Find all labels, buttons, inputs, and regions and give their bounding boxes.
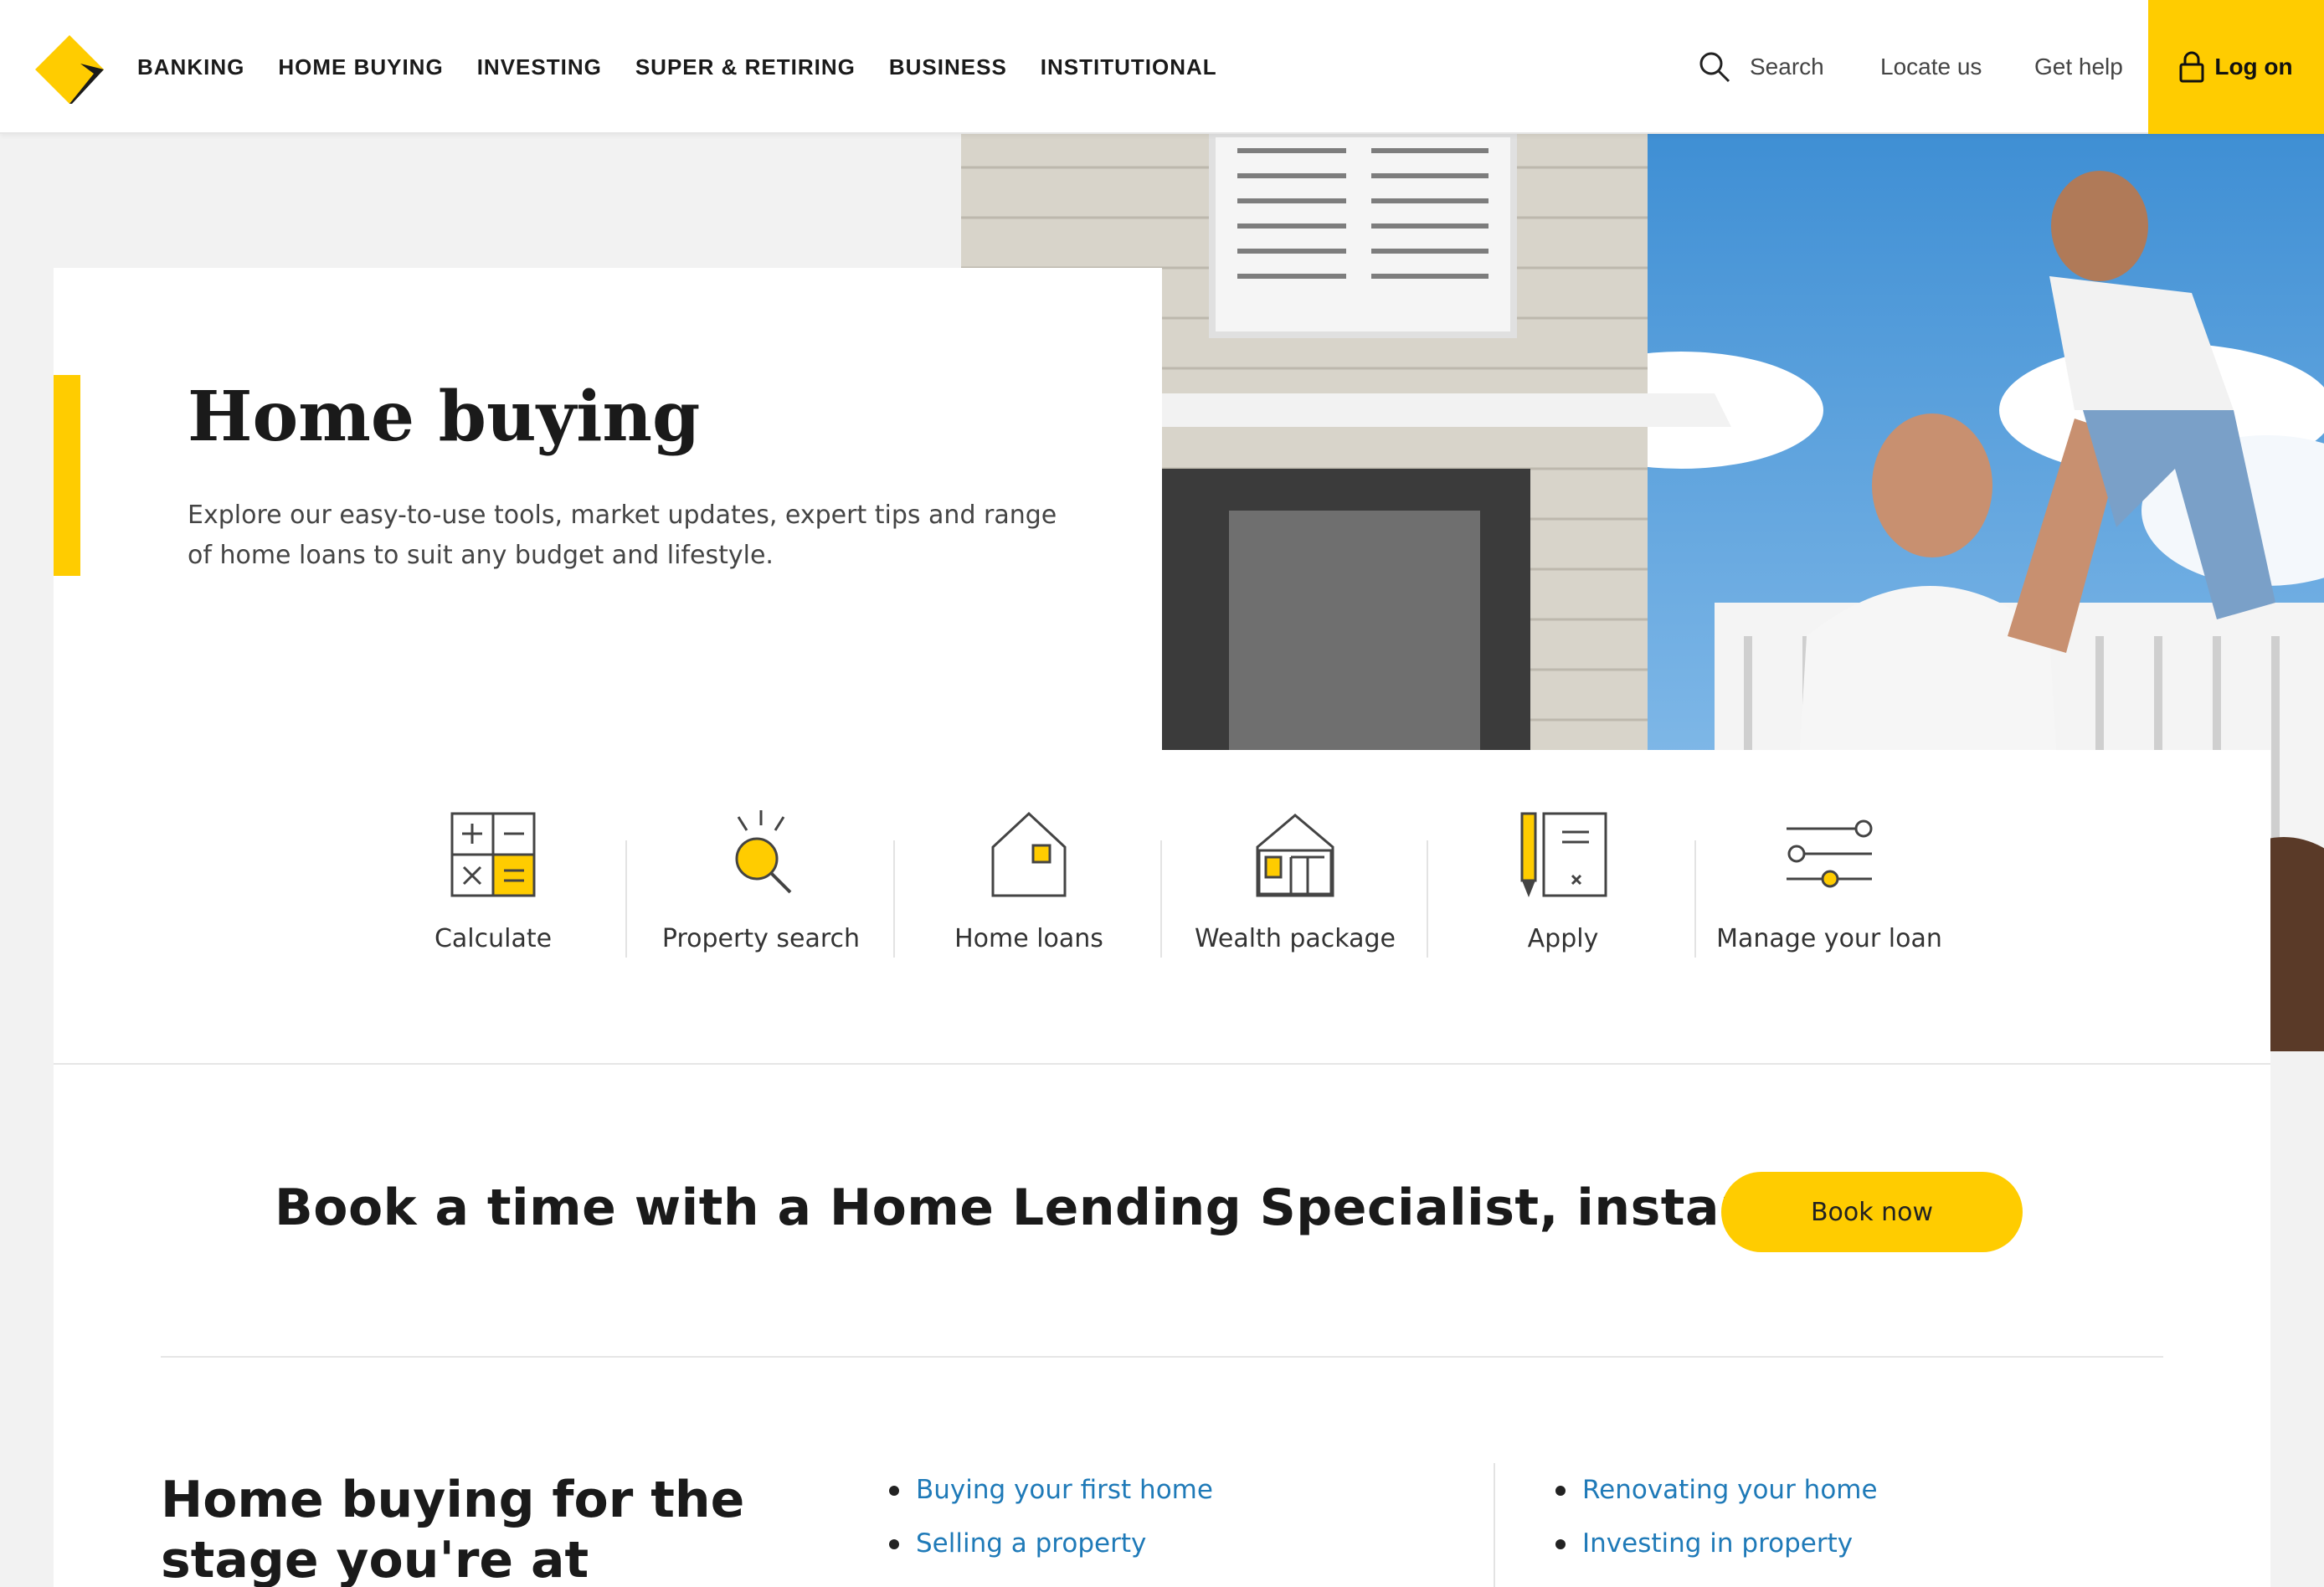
search-button[interactable]: Search [1698, 0, 1824, 134]
hero-accent-bar [54, 375, 80, 576]
primary-nav: BANKING HOME BUYING INVESTING SUPER & RE… [137, 0, 1251, 134]
page-title: Home buying [188, 377, 701, 457]
locate-us-link[interactable]: Locate us [1880, 0, 1982, 134]
book-specialist-heading: Book a time with a Home Lending Speciali… [275, 1179, 1832, 1237]
tool-label: Property search [661, 924, 861, 953]
tool-label: Apply [1527, 924, 1599, 953]
section-divider [161, 1356, 2163, 1358]
search-icon [1699, 52, 1730, 83]
nav-institutional[interactable]: INSTITUTIONAL [1041, 54, 1217, 80]
nav-banking[interactable]: BANKING [137, 54, 244, 80]
link-investing-property[interactable]: Investing in property [1555, 1517, 1878, 1570]
link-selling-property[interactable]: Selling a property [889, 1517, 1213, 1570]
tool-wealth-package[interactable]: Wealth package [1162, 809, 1428, 976]
hero-description: Explore our easy-to-use tools, market up… [188, 501, 1057, 570]
tool-calculate[interactable]: Calculate [360, 809, 626, 976]
sliders-icon [1787, 819, 1873, 888]
log-on-button[interactable]: Log on [2148, 0, 2324, 134]
quick-tools-bar: Calculate Property search Home loans Wea… [54, 750, 2270, 1065]
tool-label: Home loans [954, 924, 1103, 953]
tool-apply[interactable]: Apply [1430, 809, 1696, 976]
property-search-icon [735, 810, 792, 894]
tool-property-search[interactable]: Property search [628, 809, 894, 976]
get-help-link[interactable]: Get help [2034, 0, 2123, 134]
tool-divider [625, 840, 627, 958]
commbank-logo-icon[interactable] [33, 33, 105, 105]
search-label: Search [1750, 54, 1824, 80]
nav-investing[interactable]: INVESTING [477, 54, 602, 80]
lock-icon [2179, 51, 2204, 83]
hero-card: Home buying Explore our easy-to-use tool… [54, 268, 1162, 750]
site-header: BANKING HOME BUYING INVESTING SUPER & RE… [0, 0, 2324, 134]
tool-divider [1427, 840, 1428, 958]
main-content: Book a time with a Home Lending Speciali… [54, 1065, 2270, 1587]
stage-links-column-1: Buying your first home Selling a propert… [889, 1463, 1213, 1570]
house-icon [991, 811, 1067, 897]
nav-home-buying[interactable]: HOME BUYING [278, 54, 443, 80]
nav-business[interactable]: BUSINESS [889, 54, 1007, 80]
book-now-button[interactable]: Book now [1721, 1172, 2023, 1252]
calculator-icon [450, 812, 536, 897]
wealth-package-icon [1256, 814, 1334, 897]
tool-label: Manage your loan [1716, 924, 1942, 953]
stage-links-column-2: Renovating your home Investing in proper… [1555, 1463, 1878, 1570]
column-divider [1494, 1463, 1495, 1587]
tool-label: Calculate [434, 924, 553, 953]
link-renovating-home[interactable]: Renovating your home [1555, 1463, 1878, 1517]
link-buying-first-home[interactable]: Buying your first home [889, 1463, 1213, 1517]
tool-home-loans[interactable]: Home loans [896, 809, 1162, 976]
log-on-label: Log on [2214, 54, 2293, 80]
tool-divider [893, 840, 895, 958]
nav-super-retiring[interactable]: SUPER & RETIRING [635, 54, 856, 80]
stages-heading: Home buying for the stage you're at [161, 1471, 745, 1587]
tool-label: Wealth package [1194, 924, 1396, 953]
apply-form-icon [1520, 812, 1607, 897]
tool-manage-your-loan[interactable]: Manage your loan [1696, 809, 1962, 976]
